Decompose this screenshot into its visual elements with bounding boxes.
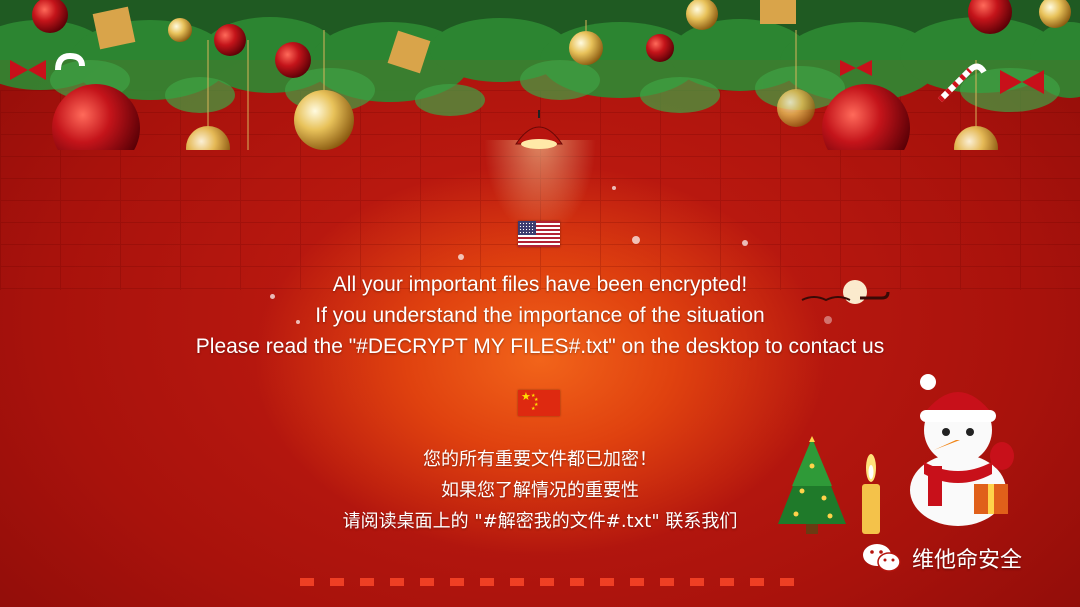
china-flag-icon: ★ ★ ★ ★ ★ (518, 390, 560, 416)
wechat-icon (863, 544, 901, 572)
snowman-icon (910, 374, 1014, 526)
snow-speck (458, 254, 464, 260)
bottom-light-strip (300, 578, 800, 586)
ransom-wallpaper: All your important files have been encry… (0, 0, 1080, 607)
watermark-text: 维他命安全 (912, 548, 1023, 573)
snow-speck (742, 240, 748, 246)
christmas-tree-icon (778, 436, 846, 534)
ransom-message-english-2: If you understand the importance of the … (315, 304, 765, 327)
hanging-lamp-icon (515, 110, 563, 149)
lamp-light-beam (470, 140, 610, 290)
candle-icon (862, 454, 880, 534)
wechat-watermark: 维他命安全 (862, 540, 1022, 576)
us-flag-icon (518, 221, 560, 247)
ransom-message-english-1: All your important files have been encry… (332, 273, 748, 296)
snow-speck (632, 236, 640, 244)
ransom-message-english-3: Please read the "#DECRYPT MY FILES#.txt"… (195, 335, 885, 358)
snow-speck (612, 186, 616, 190)
